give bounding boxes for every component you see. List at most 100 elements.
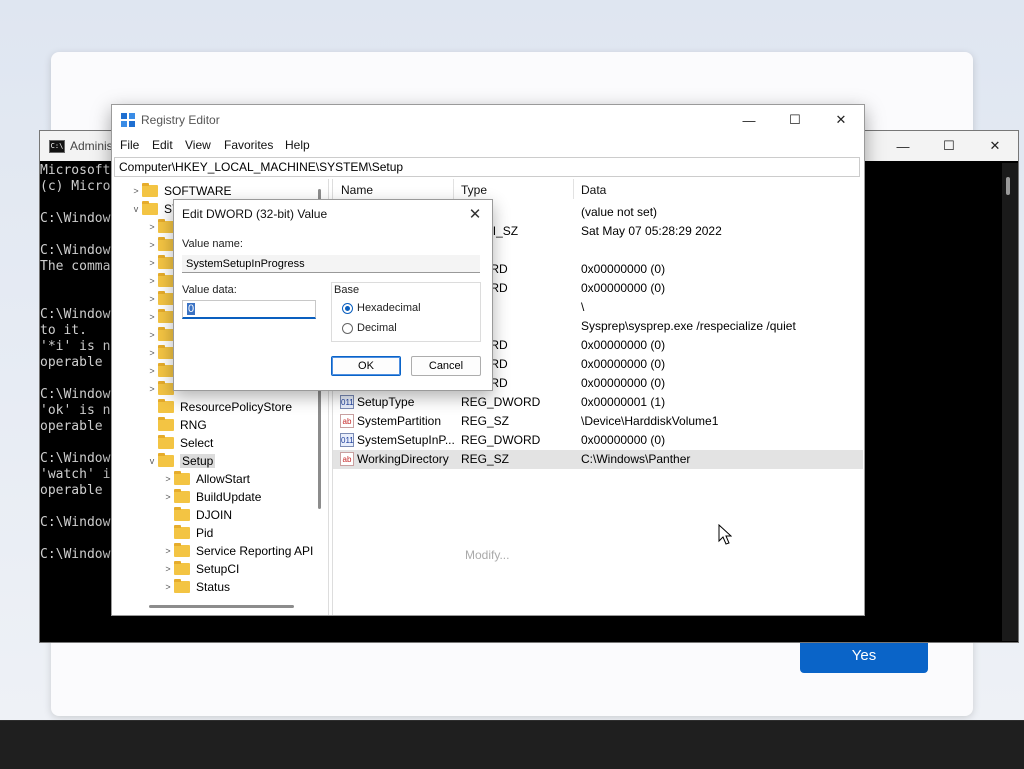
regedit-maximize-icon[interactable]: ☐ (772, 105, 818, 135)
column-header-type[interactable]: Type (461, 183, 487, 197)
folder-icon (174, 471, 190, 485)
column-divider[interactable] (453, 179, 454, 199)
tree-item-label: SetupCI (196, 562, 240, 576)
tree-item[interactable]: > BuildUpdate (162, 488, 261, 506)
folder-icon (142, 183, 158, 197)
tree-item[interactable]: Select (146, 434, 213, 452)
cmd-scrollbar[interactable] (1002, 163, 1018, 641)
value-data-text[interactable]: 0 (187, 303, 196, 315)
folder-icon (174, 525, 190, 539)
chevron-right-icon[interactable]: > (130, 186, 142, 196)
value-data: 0x00000001 (1) (581, 395, 666, 409)
value-name: SystemSetupInP... (357, 433, 455, 447)
value-name: WorkingDirectory (357, 452, 449, 466)
menu-file[interactable]: File (120, 138, 139, 152)
regedit-close-icon[interactable]: ✕ (818, 105, 864, 135)
chevron-right-icon[interactable]: > (146, 348, 158, 358)
value-data-label: Value data: (182, 284, 237, 296)
context-menu-hint: Modify... (465, 548, 510, 562)
value-data: (value not set) (581, 205, 658, 219)
tree-item[interactable]: > Service Reporting API (162, 542, 313, 560)
binary-value-icon: 011 (340, 433, 354, 447)
folder-icon (158, 381, 174, 395)
chevron-right-icon[interactable]: > (146, 258, 158, 268)
chevron-right-icon[interactable]: > (146, 240, 158, 250)
tree-item-label: AllowStart (196, 472, 251, 486)
chevron-right-icon[interactable]: > (146, 222, 158, 232)
folder-icon (174, 561, 190, 575)
folder-icon (158, 309, 174, 323)
cmd-close-icon[interactable]: ✕ (972, 131, 1018, 161)
value-row[interactable]: ab WorkingDirectory REG_SZ C:\Windows\Panth… (333, 450, 863, 469)
cmd-minimize-icon[interactable]: — (880, 131, 926, 161)
chevron-right-icon[interactable]: > (146, 330, 158, 340)
tree-item[interactable]: DJOIN (162, 506, 232, 524)
folder-icon (158, 291, 174, 305)
value-name-label: Value name: (182, 238, 243, 250)
regedit-window-title: Registry Editor (141, 113, 220, 127)
ok-button[interactable]: OK (331, 356, 401, 376)
value-row[interactable]: 011 SystemSetupInP... REG_DWORD 0x00000000 … (333, 431, 863, 450)
chevron-right-icon[interactable]: > (146, 276, 158, 286)
tree-item[interactable]: > SOFTWARE (130, 182, 232, 200)
column-header-data[interactable]: Data (581, 183, 606, 197)
value-name: SetupType (357, 395, 415, 409)
value-type: REG_DWORD (461, 395, 541, 409)
cancel-button[interactable]: Cancel (411, 356, 481, 376)
chevron-right-icon[interactable]: > (146, 312, 158, 322)
regedit-titlebar[interactable]: Registry Editor — ☐ ✕ (112, 105, 864, 135)
decimal-radio[interactable] (342, 323, 353, 334)
tree-item[interactable]: > AllowStart (162, 470, 250, 488)
tree-item-label: Service Reporting API (196, 544, 314, 558)
chevron-right-icon[interactable]: > (146, 366, 158, 376)
taskbar (0, 720, 1024, 769)
decimal-label[interactable]: Decimal (357, 322, 397, 334)
chevron-right-icon[interactable]: > (162, 564, 174, 574)
folder-icon (158, 417, 174, 431)
chevron-down-icon[interactable]: v (146, 456, 158, 466)
tree-item[interactable]: ResourcePolicyStore (146, 398, 292, 416)
tree-item[interactable]: RNG (146, 416, 207, 434)
value-data-input[interactable]: 0 (182, 300, 316, 319)
chevron-right-icon[interactable]: > (162, 582, 174, 592)
folder-icon (174, 543, 190, 557)
chevron-down-icon[interactable]: v (130, 204, 142, 214)
value-data: 0x00000000 (0) (581, 357, 666, 371)
value-row[interactable]: 011 SetupType REG_DWORD 0x00000001 (1) (333, 393, 863, 412)
cmd-scrollbar-thumb[interactable] (1006, 177, 1010, 195)
tree-item-label: Status (196, 580, 231, 594)
value-row[interactable]: ab SystemPartition REG_SZ \Device\HarddiskV… (333, 412, 863, 431)
menu-help[interactable]: Help (285, 138, 310, 152)
cmd-maximize-icon[interactable]: ☐ (926, 131, 972, 161)
chevron-right-icon[interactable]: > (146, 294, 158, 304)
folder-icon (142, 201, 158, 215)
value-data: 0x00000000 (0) (581, 376, 666, 390)
folder-icon (174, 507, 190, 521)
column-header-name[interactable]: Name (341, 183, 373, 197)
folder-icon (174, 579, 190, 593)
tree-item[interactable]: v Setup (146, 452, 216, 470)
regedit-minimize-icon[interactable]: — (726, 105, 772, 135)
binary-value-icon: 011 (340, 395, 354, 409)
dialog-close-icon[interactable]: ✕ (464, 203, 486, 225)
menu-view[interactable]: View (185, 138, 211, 152)
chevron-right-icon[interactable]: > (162, 546, 174, 556)
column-divider[interactable] (573, 179, 574, 199)
tree-item-label: Pid (196, 526, 214, 540)
address-bar[interactable]: Computer\HKEY_LOCAL_MACHINE\SYSTEM\Setup (114, 157, 860, 177)
tree-item[interactable]: Pid (162, 524, 213, 542)
hexadecimal-label[interactable]: Hexadecimal (357, 302, 421, 314)
tree-horizontal-scrollbar[interactable] (149, 605, 294, 608)
value-data: 0x00000000 (0) (581, 433, 666, 447)
menu-edit[interactable]: Edit (152, 138, 173, 152)
value-name: SystemPartition (357, 414, 442, 428)
tree-item[interactable]: > Status (162, 578, 230, 596)
tree-item[interactable]: > SetupCI (162, 560, 239, 578)
chevron-right-icon[interactable]: > (162, 492, 174, 502)
chevron-right-icon[interactable]: > (162, 474, 174, 484)
hexadecimal-radio[interactable] (342, 303, 353, 314)
value-data: \ (581, 300, 585, 314)
value-type: REG_DWORD (461, 433, 541, 447)
menu-favorites[interactable]: Favorites (224, 138, 273, 152)
chevron-right-icon[interactable]: > (146, 384, 158, 394)
